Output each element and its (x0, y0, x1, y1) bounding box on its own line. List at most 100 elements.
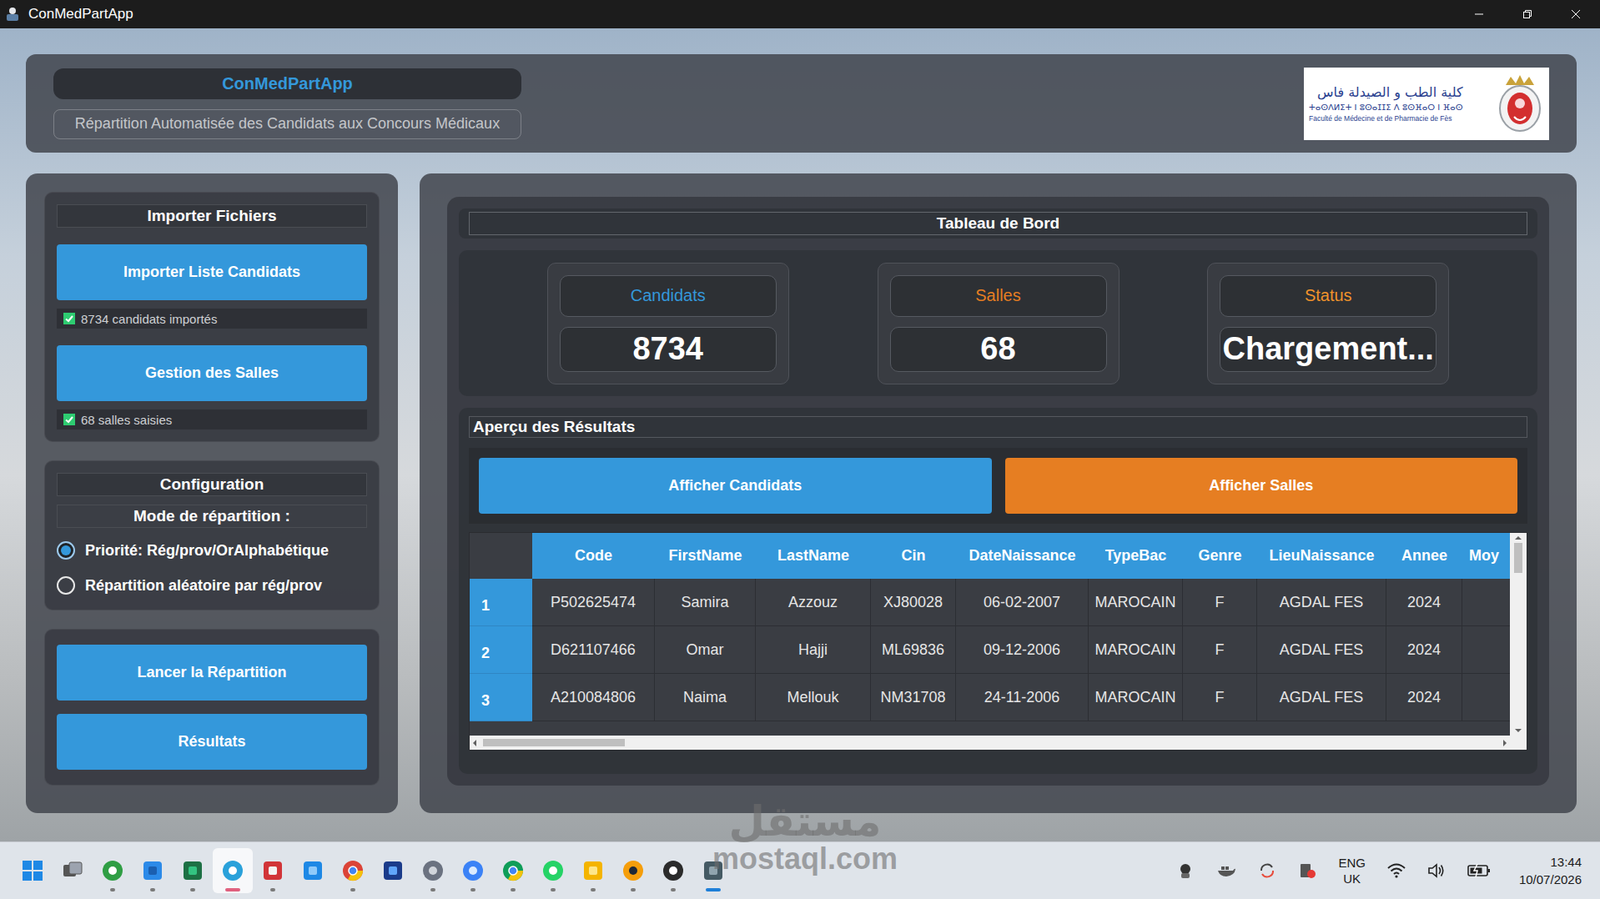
mode-option[interactable]: Priorité: Rég/prov/OrAlphabétique (56, 536, 368, 564)
action-button[interactable]: Résultats (56, 714, 368, 770)
stat-value: 68 (890, 327, 1107, 373)
stat-label: Salles (890, 275, 1107, 317)
import-title: Importer Fichiers (56, 204, 368, 228)
column-header[interactable]: Code (532, 533, 655, 579)
table-cell: MAROCAIN (1088, 626, 1183, 675)
scroll-up-icon[interactable] (1514, 536, 1522, 540)
column-header[interactable]: FirstName (654, 533, 756, 579)
attention-indicator (225, 888, 241, 892)
scroll-right-icon[interactable] (1503, 739, 1507, 747)
table-cell (1462, 674, 1510, 722)
row-index: 3 (469, 674, 533, 722)
taskbar-app[interactable] (493, 848, 534, 894)
column-header[interactable]: LieuNaissance (1257, 533, 1387, 579)
running-indicator (550, 888, 556, 892)
import-status: 68 salles saisies (56, 409, 368, 430)
table-cell: Hajji (755, 626, 871, 675)
check-icon (64, 313, 75, 324)
scroll-down-icon[interactable] (1514, 729, 1522, 733)
import-button[interactable]: Gestion des Salles (56, 345, 368, 402)
results-title: Aperçu des Résultats (468, 416, 1528, 438)
import-section: Importer Fichiers Importer Liste Candida… (44, 191, 380, 443)
dashboard: Tableau de Bord Candidats 8734Salles 68S… (447, 196, 1550, 786)
taskbar-app[interactable] (613, 848, 654, 894)
language-indicator[interactable]: ENGUK (1338, 855, 1366, 888)
wifi-icon[interactable] (1387, 862, 1406, 880)
battery-icon[interactable] (1467, 862, 1491, 880)
table-cell: 2024 (1386, 674, 1463, 722)
taskbar-app[interactable] (212, 848, 253, 894)
taskbar-app[interactable] (332, 848, 373, 894)
radio-dot (60, 545, 71, 556)
table-cell: P502625474 (532, 578, 655, 627)
radio-button[interactable] (56, 576, 76, 595)
maximize-button[interactable] (1503, 0, 1552, 29)
column-header[interactable]: Cin (870, 533, 956, 579)
start-button[interactable] (12, 848, 53, 894)
mode-option[interactable]: Répartition aléatoire par rég/prov (56, 571, 368, 599)
taskbar-app[interactable] (172, 848, 213, 894)
clock[interactable]: 13:44 10/07/2026 (1519, 853, 1582, 889)
stats-row: Candidats 8734Salles 68Status Chargement… (458, 250, 1538, 397)
task-view-button[interactable] (52, 848, 93, 894)
windows-icon (21, 860, 44, 882)
stat-label: Candidats (559, 275, 777, 317)
window-controls (1454, 0, 1600, 29)
security-icon[interactable] (1298, 861, 1317, 881)
table-cell: Naima (654, 674, 756, 722)
table-cell: AGDAL FES (1257, 578, 1387, 627)
horizontal-scrollbar[interactable] (469, 735, 1510, 750)
background-photo: ConMedPartApp Répartition Automatisée de… (0, 28, 1600, 842)
main-columns: Importer Fichiers Importer Liste Candida… (25, 173, 1577, 814)
radio-button[interactable] (56, 541, 76, 560)
tray-app-icon[interactable] (1176, 861, 1195, 881)
column-header[interactable]: DateNaissance (955, 533, 1089, 579)
dashboard-header: Tableau de Bord (458, 208, 1538, 239)
table-cell: Azzouz (755, 578, 871, 627)
results-preview: Aperçu des Résultats Afficher CandidatsA… (458, 407, 1538, 775)
volume-icon[interactable] (1427, 862, 1446, 880)
table-row[interactable]: 2 D621107466OmarHajjiML6983609-12-2006MA… (469, 626, 1510, 675)
column-header[interactable]: Moy (1462, 533, 1510, 579)
column-header[interactable]: Annee (1386, 533, 1463, 579)
taskbar-app[interactable] (412, 848, 453, 894)
table-header: CodeFirstNameLastNameCinDateNaissanceTyp… (469, 533, 1510, 579)
docker-icon[interactable] (1216, 861, 1237, 881)
table-row[interactable]: 3 A210084806NaimaMelloukNM3170824-11-200… (469, 674, 1510, 722)
vertical-scrollbar[interactable] (1509, 533, 1527, 736)
scroll-thumb[interactable] (483, 739, 625, 747)
table-cell: AGDAL FES (1257, 674, 1387, 722)
language-text: ENG (1338, 855, 1366, 872)
taskbar-app[interactable] (653, 848, 694, 894)
table-row[interactable]: 1 P502625474SamiraAzzouzXJ8002806-02-200… (469, 578, 1510, 627)
preview-button[interactable]: Afficher Candidats (478, 457, 992, 514)
taskbar-app[interactable] (533, 848, 574, 894)
taskbar-app[interactable] (252, 848, 293, 894)
scroll-left-icon[interactable] (472, 739, 477, 747)
taskbar-app[interactable] (372, 848, 413, 894)
status-checkbox (63, 413, 76, 426)
row-index: 1 (469, 578, 533, 627)
header-panel: ConMedPartApp Répartition Automatisée de… (25, 54, 1577, 153)
app-icon (461, 859, 485, 883)
taskbar-app[interactable] (452, 848, 494, 894)
app-icon (501, 859, 525, 883)
taskbar-app[interactable] (132, 848, 173, 894)
action-button[interactable]: Lancer la Répartition (56, 644, 368, 701)
column-header[interactable]: Genre (1182, 533, 1258, 579)
import-button[interactable]: Importer Liste Candidats (56, 244, 368, 301)
taskbar-app[interactable] (573, 848, 614, 894)
table-cell: 09-12-2006 (955, 626, 1089, 675)
close-icon (1570, 9, 1581, 20)
taskbar-app[interactable] (693, 848, 734, 894)
sync-icon[interactable] (1257, 861, 1277, 881)
column-header[interactable]: TypeBac (1088, 533, 1183, 579)
scroll-thumb[interactable] (1514, 543, 1523, 574)
close-button[interactable] (1551, 0, 1600, 29)
running-indicator (630, 888, 636, 892)
column-header[interactable]: LastName (755, 533, 871, 579)
minimize-button[interactable] (1454, 0, 1504, 29)
taskbar-app[interactable] (292, 848, 333, 894)
taskbar-app[interactable] (92, 848, 133, 894)
preview-button[interactable]: Afficher Salles (1005, 457, 1519, 514)
